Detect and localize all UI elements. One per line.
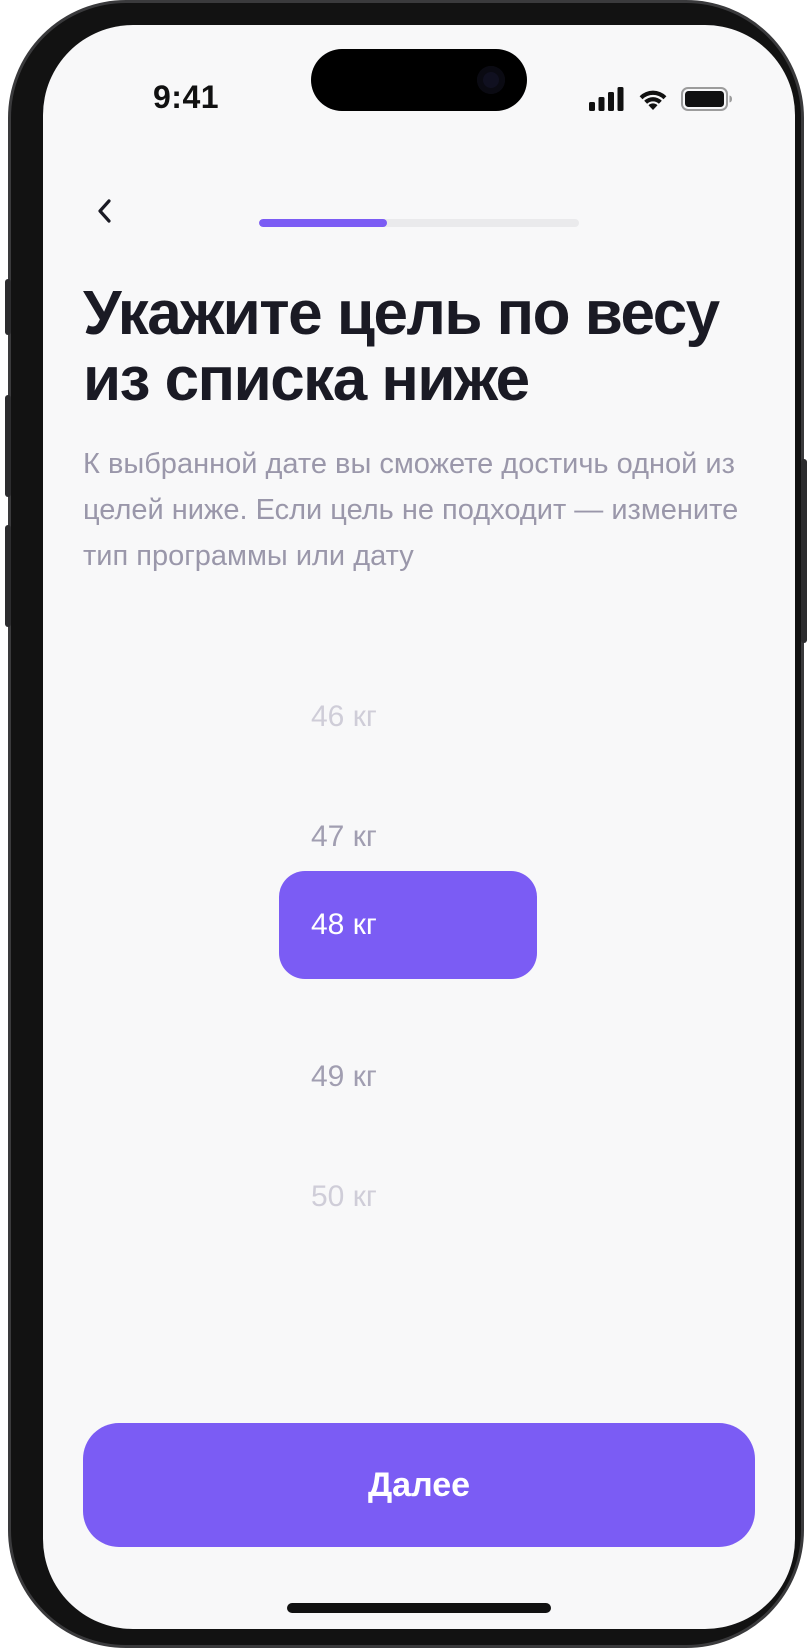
cellular-signal-icon bbox=[589, 87, 624, 111]
picker-item-46[interactable]: 46 кг bbox=[279, 663, 537, 771]
picker-item-label: 46 кг bbox=[311, 700, 377, 733]
phone-frame: 9:41 Укажите цель по весу из списка ниже… bbox=[5, 0, 807, 1648]
wifi-icon bbox=[639, 90, 667, 110]
battery-icon bbox=[681, 87, 732, 111]
back-button[interactable] bbox=[85, 191, 125, 231]
app-screen: 9:41 Укажите цель по весу из списка ниже… bbox=[43, 25, 795, 1629]
progress-fill bbox=[259, 219, 387, 227]
dynamic-island bbox=[311, 49, 527, 111]
picker-item-49[interactable]: 49 кг bbox=[279, 1023, 537, 1131]
picker-item-label: 48 кг bbox=[311, 908, 377, 941]
status-icons bbox=[589, 85, 733, 113]
picker-item-48-selected[interactable]: 48 кг bbox=[279, 871, 537, 979]
volume-down-button bbox=[5, 525, 11, 627]
page-subtitle: К выбранной дате вы сможете достичь одно… bbox=[83, 448, 739, 572]
picker-item-label: 50 кг bbox=[311, 1180, 377, 1213]
status-time: 9:41 bbox=[153, 79, 220, 115]
picker-item-50[interactable]: 50 кг bbox=[279, 1143, 537, 1251]
chevron-left-icon bbox=[98, 199, 111, 223]
home-indicator bbox=[287, 1603, 551, 1613]
next-button[interactable]: Далее bbox=[83, 1423, 755, 1547]
progress-bar bbox=[259, 219, 579, 227]
page-title: Укажите цель по весу из списка ниже bbox=[83, 279, 720, 414]
front-camera bbox=[477, 66, 505, 94]
picker-item-label: 47 кг bbox=[311, 820, 377, 853]
volume-up-button bbox=[5, 395, 11, 497]
mute-switch bbox=[5, 279, 11, 335]
next-button-label: Далее bbox=[367, 1465, 471, 1504]
power-button bbox=[801, 459, 807, 643]
picker-item-label: 49 кг bbox=[311, 1060, 377, 1093]
